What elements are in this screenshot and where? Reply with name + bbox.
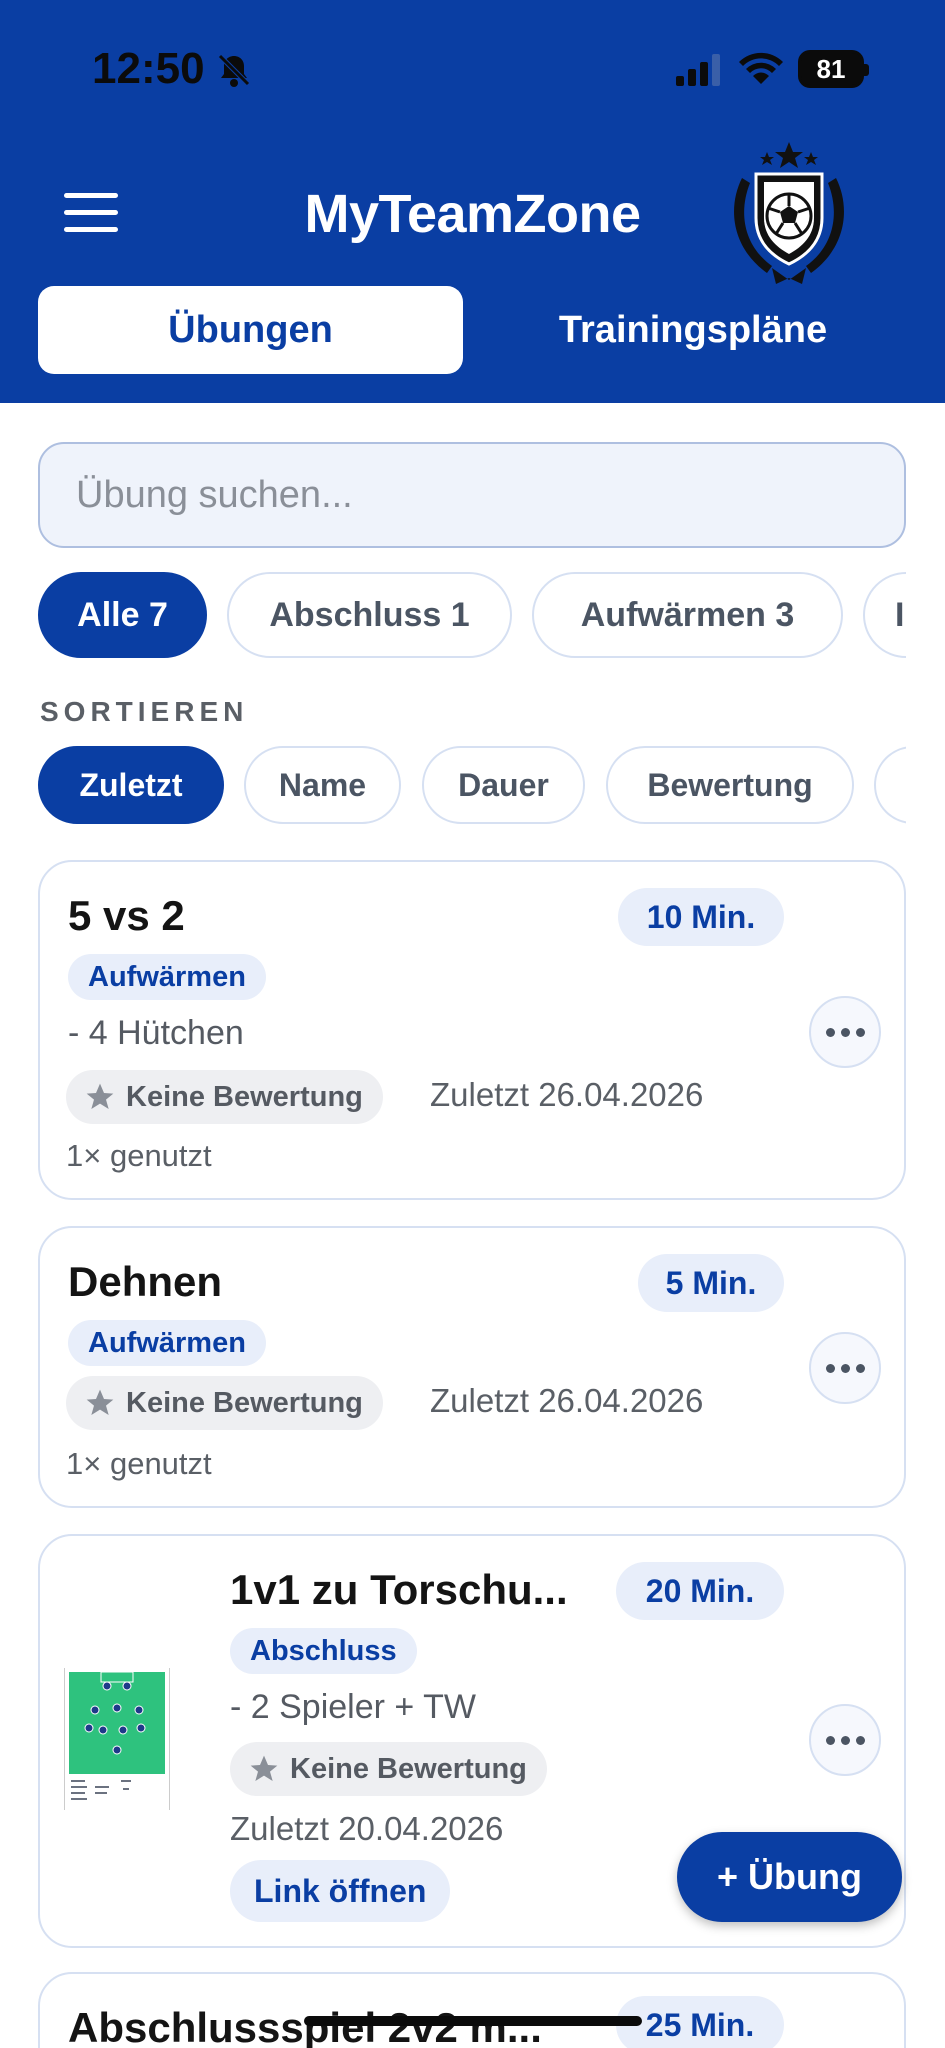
tab-uebungen[interactable]: Übungen — [38, 286, 463, 374]
usage-count: 1× genutzt — [66, 1446, 212, 1481]
sort-chip-more[interactable] — [874, 746, 906, 824]
exercise-card[interactable]: Abschlussspiel 2v2 m... 25 Min. — [38, 1972, 906, 2048]
more-options-button[interactable] — [809, 996, 881, 1068]
rating-label: Keine Bewertung — [126, 1386, 363, 1419]
sort-options-row: Zuletzt Name Dauer Bewertung — [38, 746, 906, 826]
exercise-description: - 2 Spieler + TW — [230, 1688, 476, 1726]
sort-chip-name[interactable]: Name — [244, 746, 401, 824]
wifi-icon — [739, 52, 783, 84]
add-exercise-button[interactable]: + Übung — [677, 1832, 902, 1922]
exercise-field-thumbnail — [64, 1668, 170, 1810]
last-used-date: Zuletzt 26.04.2026 — [430, 1382, 704, 1419]
star-icon — [86, 1389, 114, 1415]
category-filter-row: Alle 7 Abschluss 1 Aufwärmen 3 I — [38, 572, 906, 660]
rating-badge: Keine Bewertung — [66, 1070, 383, 1124]
last-used-date: Zuletzt 20.04.2026 — [230, 1810, 504, 1847]
exercise-card[interactable]: 5 vs 2 10 Min. Aufwärmen - 4 Hütchen Kei… — [38, 860, 906, 1200]
exercise-description: - 4 Hütchen — [68, 1014, 244, 1052]
rating-badge: Keine Bewertung — [66, 1376, 383, 1430]
battery-indicator: 81 — [798, 50, 869, 88]
exercise-card[interactable]: Dehnen 5 Min. Aufwärmen Keine Bewertung … — [38, 1226, 906, 1508]
category-badge: Aufwärmen — [68, 1320, 266, 1366]
home-indicator — [304, 2016, 642, 2026]
filter-chip-all[interactable]: Alle 7 — [38, 572, 207, 658]
exercise-title: Dehnen — [68, 1258, 223, 1305]
rating-label: Keine Bewertung — [290, 1752, 527, 1785]
rating-label: Keine Bewertung — [126, 1080, 363, 1113]
category-badge: Abschluss — [230, 1628, 417, 1674]
status-bar: 12:50 81 — [0, 0, 945, 140]
exercise-title: Abschlussspiel 2v2 m... — [68, 2004, 542, 2048]
bell-muted-icon — [218, 54, 250, 87]
open-link-button[interactable]: Link öffnen — [230, 1860, 451, 1922]
sort-chip-dauer[interactable]: Dauer — [422, 746, 585, 824]
exercise-title: 1v1 zu Torschu... — [230, 1566, 568, 1613]
sort-chip-bewertung[interactable]: Bewertung — [606, 746, 854, 824]
last-used-date: Zuletzt 26.04.2026 — [430, 1076, 704, 1113]
filter-chip-more[interactable]: I — [863, 572, 906, 658]
status-time: 12:50 — [92, 44, 205, 93]
more-options-button[interactable] — [809, 1704, 881, 1776]
sort-chip-zuletzt[interactable]: Zuletzt — [38, 746, 224, 824]
search-input[interactable]: Übung suchen... — [38, 442, 906, 548]
signal-icon — [676, 54, 720, 86]
team-crest-logo — [734, 142, 844, 284]
tab-trainingsplaene[interactable]: Trainingspläne — [480, 286, 906, 374]
app-header: 12:50 81 MyTeamZone Übungen Trainingsplä… — [0, 0, 945, 403]
sort-label: SORTIEREN — [40, 696, 249, 727]
star-icon — [250, 1755, 278, 1781]
filter-chip-aufwaermen[interactable]: Aufwärmen 3 — [532, 572, 843, 658]
duration-badge: 10 Min. — [618, 888, 784, 946]
duration-badge: 20 Min. — [616, 1562, 784, 1620]
star-icon — [86, 1083, 114, 1109]
usage-count: 1× genutzt — [66, 1138, 212, 1173]
duration-badge: 5 Min. — [638, 1254, 784, 1312]
rating-badge: Keine Bewertung — [230, 1742, 547, 1796]
more-options-button[interactable] — [809, 1332, 881, 1404]
exercise-title: 5 vs 2 — [68, 892, 185, 939]
category-badge: Aufwärmen — [68, 954, 266, 1000]
filter-chip-abschluss[interactable]: Abschluss 1 — [227, 572, 512, 658]
